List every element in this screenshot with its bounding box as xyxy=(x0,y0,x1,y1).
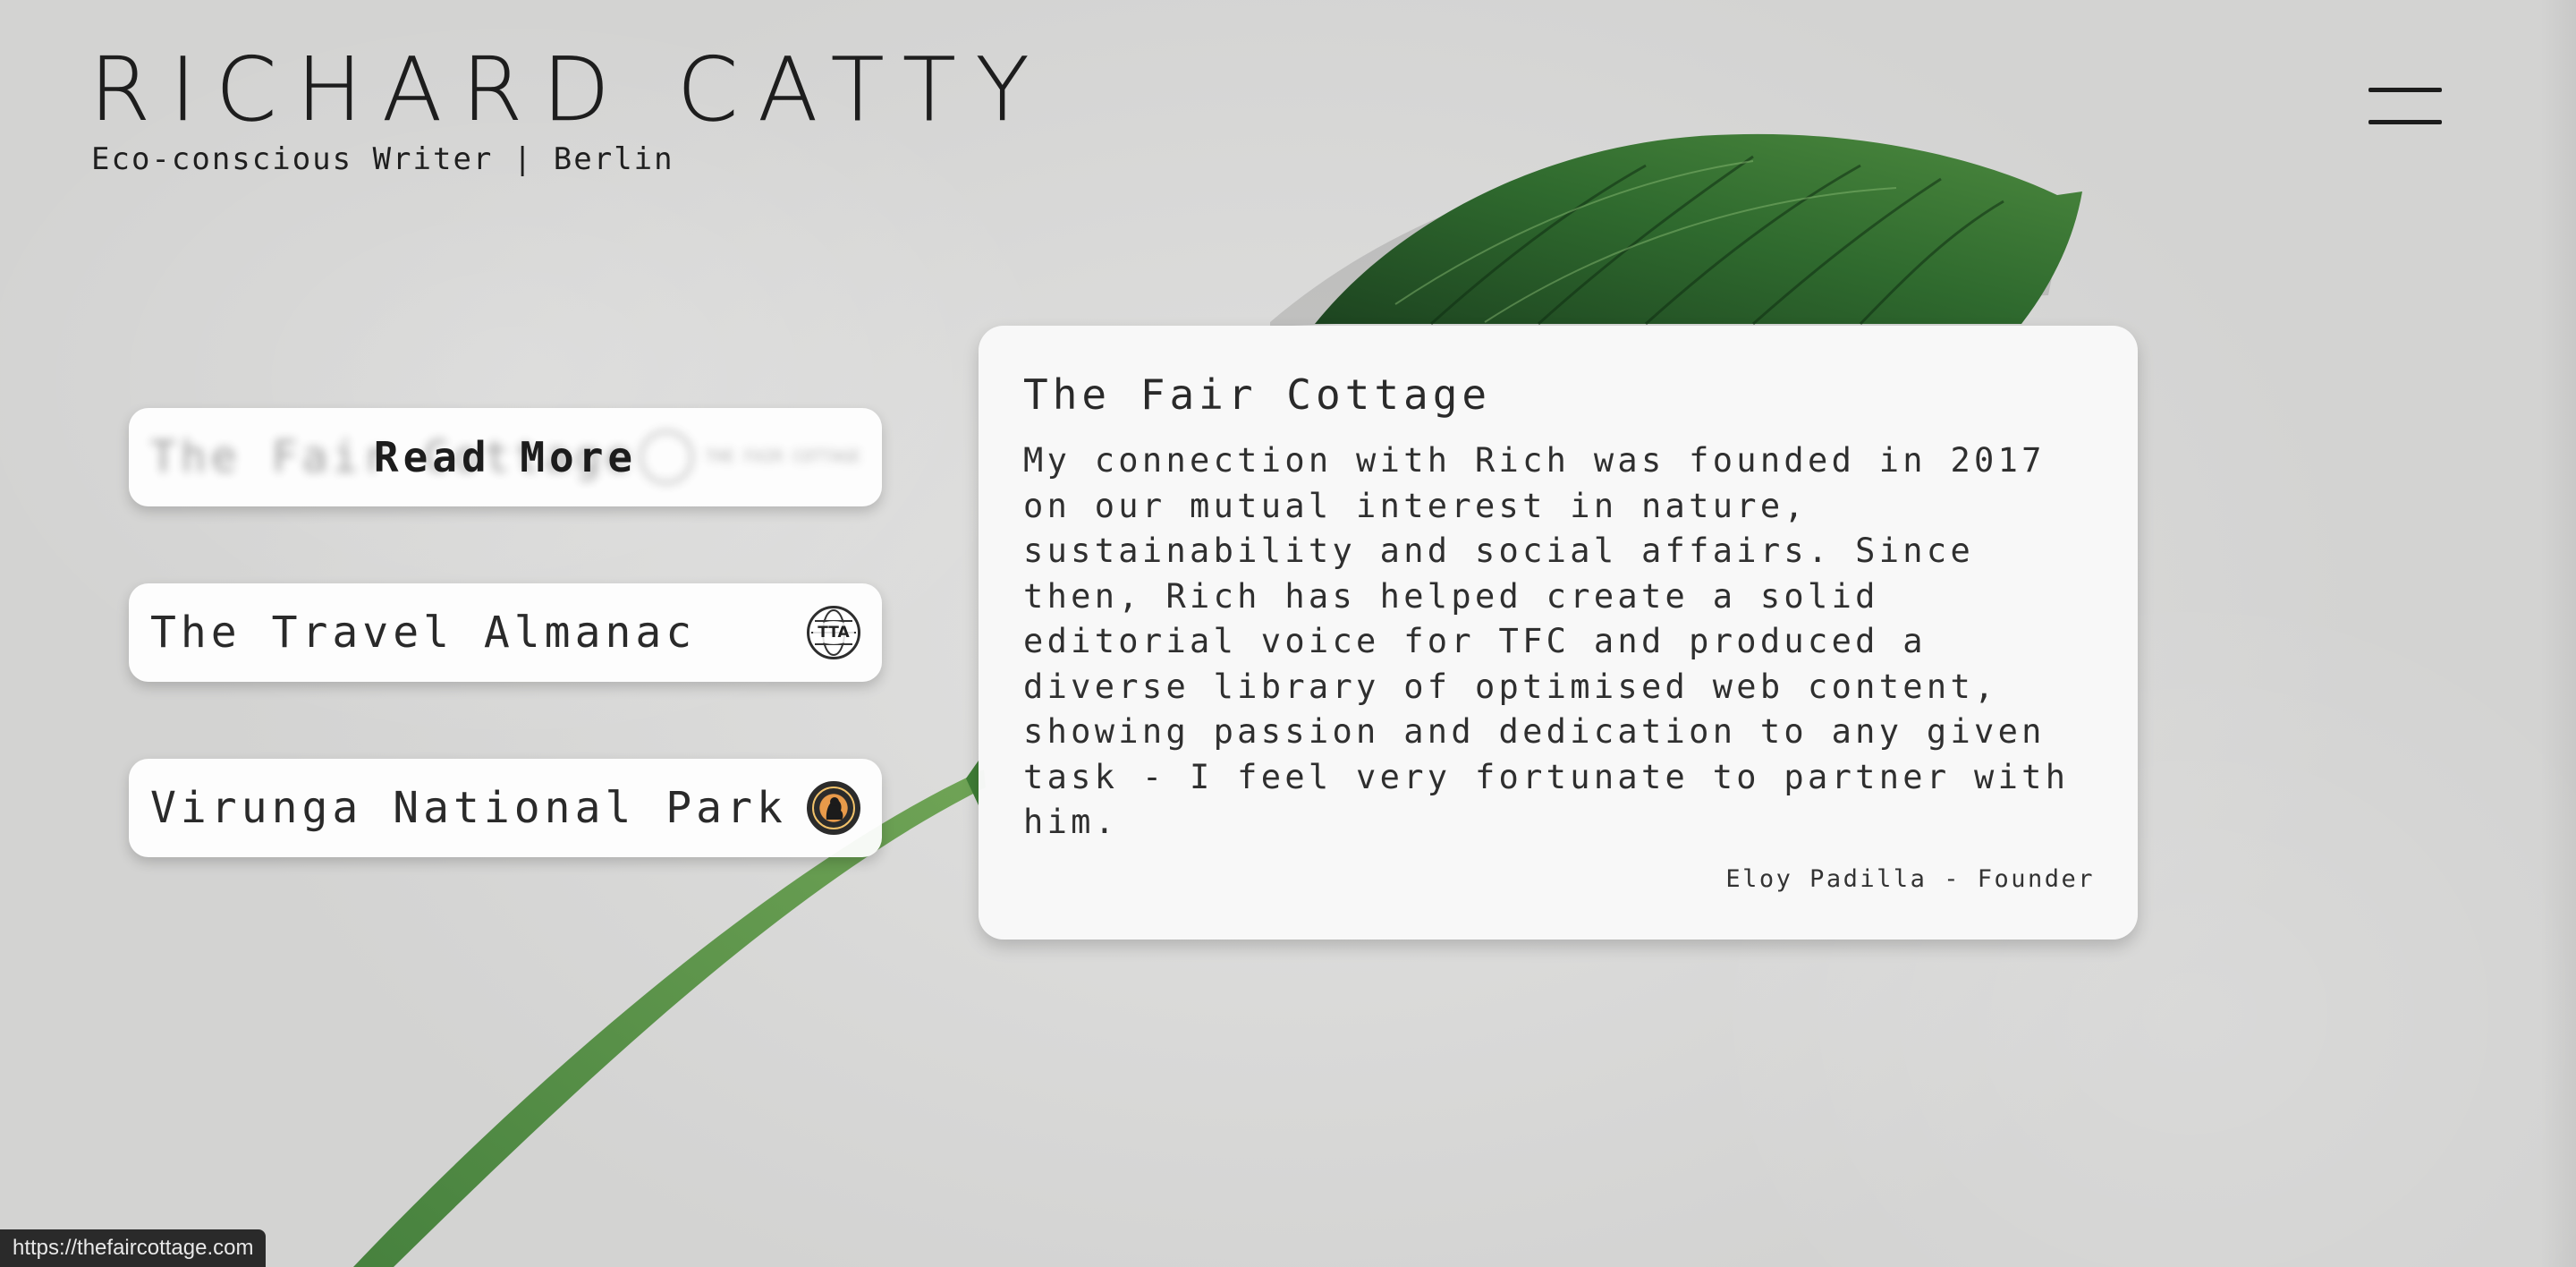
page-edge-shade xyxy=(2540,0,2576,1267)
testimonial-signature: Eloy Padilla - Founder xyxy=(1725,865,2095,893)
virunga-gorilla-logo-icon xyxy=(807,781,860,835)
client-card-virunga-national-park[interactable]: Virunga National Park xyxy=(129,759,882,857)
testimonial-card: The Fair Cottage My connection with Rich… xyxy=(979,326,2138,940)
globe-tta-logo-icon: TTA xyxy=(807,606,860,659)
menu-line-bottom xyxy=(2368,120,2442,124)
client-card-the-travel-almanac[interactable]: The Travel Almanac TTA xyxy=(129,583,882,682)
status-bar-url: https://thefaircottage.com xyxy=(0,1229,267,1267)
hamburger-menu-button[interactable] xyxy=(2368,86,2442,127)
tta-badge-text: TTA xyxy=(813,621,854,644)
client-name: Virunga National Park xyxy=(150,783,787,833)
client-name: The Travel Almanac xyxy=(150,608,697,658)
client-card-the-fair-cottage[interactable]: The Fair Cottage THE FAIR COTTAGE Read M… xyxy=(129,408,882,506)
menu-line-top xyxy=(2368,88,2442,92)
site-logo[interactable]: RICHARD CATTY xyxy=(89,47,1049,135)
read-more-label[interactable]: Read More xyxy=(129,408,882,506)
testimonial-body: My connection with Rich was founded in 2… xyxy=(1023,441,2070,841)
testimonial-title: The Fair Cottage xyxy=(1023,370,1492,419)
site-tagline: Eco-conscious Writer | Berlin xyxy=(91,141,674,177)
